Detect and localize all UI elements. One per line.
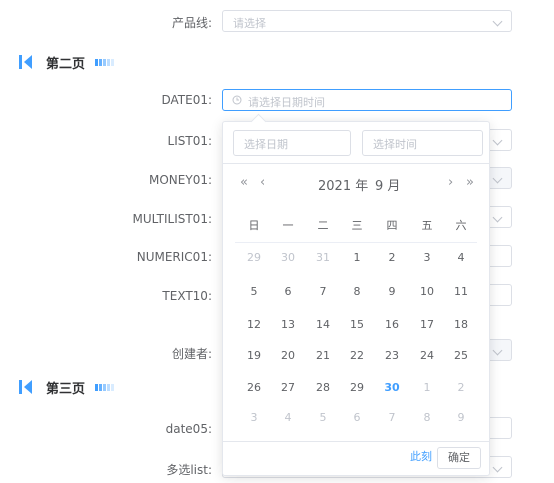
section-decoration — [95, 58, 115, 66]
date01-placeholder: 请选择日期时间 — [248, 96, 325, 109]
weekday-header: 五 — [421, 219, 433, 232]
chevron-down-icon — [492, 345, 503, 356]
calendar-day[interactable]: 6 — [339, 411, 375, 424]
calendar-day[interactable]: 13 — [270, 318, 306, 331]
product-line-placeholder: 请选择 — [233, 17, 266, 30]
label-text10: TEXT10: — [162, 289, 212, 303]
calendar-day[interactable]: 27 — [270, 381, 306, 394]
label-list01: LIST01: — [167, 134, 212, 148]
label-creator: 创建者: — [171, 347, 212, 361]
calendar-day[interactable]: 15 — [339, 318, 375, 331]
weekday-header: 日 — [248, 219, 260, 232]
calendar-day[interactable]: 16 — [374, 318, 410, 331]
weekday-header: 一 — [282, 219, 294, 232]
chevron-down-icon — [492, 212, 503, 223]
section-title: 第三页 — [46, 381, 86, 397]
weekday-header: 三 — [351, 219, 363, 232]
weekday-header: 四 — [386, 219, 398, 232]
chevron-down-icon — [492, 173, 503, 184]
calendar-day[interactable]: 6 — [270, 285, 306, 298]
calendar-day[interactable]: 25 — [443, 349, 479, 362]
calendar-day[interactable]: 2 — [443, 381, 479, 394]
calendar-day[interactable]: 30 — [374, 381, 410, 394]
calendar-day[interactable]: 23 — [374, 349, 410, 362]
calendar-day[interactable]: 7 — [374, 411, 410, 424]
label-multilist01: MULTILIST01: — [132, 212, 212, 226]
calendar-day[interactable]: 12 — [236, 318, 272, 331]
calendar-day[interactable]: 9 — [443, 411, 479, 424]
calendar-day[interactable]: 30 — [270, 251, 306, 264]
label-date01: DATE01: — [161, 93, 212, 107]
calendar-day[interactable]: 4 — [270, 411, 306, 424]
calendar-day[interactable]: 17 — [409, 318, 445, 331]
calendar-day[interactable]: 22 — [339, 349, 375, 362]
label-date05: date05: — [165, 422, 212, 436]
calendar-day[interactable]: 14 — [305, 318, 341, 331]
prev-month-icon[interactable]: ‹ — [260, 175, 265, 190]
label-numeric01: NUMERIC01: — [136, 250, 212, 264]
section-title: 第二页 — [46, 56, 86, 72]
calendar-day[interactable]: 31 — [305, 251, 341, 264]
section-logo-icon — [19, 380, 32, 394]
calendar-day[interactable]: 9 — [374, 285, 410, 298]
date01-input[interactable]: 请选择日期时间 — [222, 89, 512, 111]
weekday-header: 六 — [455, 219, 467, 232]
section-header-page3: 第三页 — [18, 377, 115, 397]
year-label[interactable]: 2021 年 — [318, 175, 368, 194]
calendar-day[interactable]: 5 — [236, 285, 272, 298]
label-product-line: 产品线: — [171, 16, 212, 30]
clock-icon — [232, 95, 242, 105]
section-header-page2: 第二页 — [18, 52, 115, 72]
calendar-day[interactable]: 8 — [409, 411, 445, 424]
calendar-day[interactable]: 29 — [236, 251, 272, 264]
calendar-day[interactable]: 24 — [409, 349, 445, 362]
calendar-day[interactable]: 19 — [236, 349, 272, 362]
popover-arrow — [250, 113, 267, 130]
product-line-select[interactable]: 请选择 — [222, 10, 512, 32]
chevron-down-icon — [492, 16, 503, 27]
calendar-day[interactable]: 1 — [409, 381, 445, 394]
calendar-day[interactable]: 11 — [443, 285, 479, 298]
calendar-day[interactable]: 29 — [339, 381, 375, 394]
calendar-day[interactable]: 7 — [305, 285, 341, 298]
calendar-day[interactable]: 21 — [305, 349, 341, 362]
now-button[interactable]: 此刻 — [410, 448, 432, 464]
picker-date-input[interactable]: 选择日期 — [233, 130, 351, 156]
section-decoration — [95, 383, 115, 391]
calendar-day[interactable]: 4 — [443, 251, 479, 264]
section-logo-icon — [19, 55, 32, 69]
calendar-day[interactable]: 20 — [270, 349, 306, 362]
calendar-day[interactable]: 28 — [305, 381, 341, 394]
weekday-header: 二 — [317, 219, 329, 232]
next-year-icon[interactable]: » — [466, 175, 474, 190]
calendar-day[interactable]: 26 — [236, 381, 272, 394]
confirm-button[interactable]: 确定 — [437, 447, 481, 469]
picker-time-input[interactable]: 选择时间 — [362, 130, 483, 156]
calendar-day[interactable]: 18 — [443, 318, 479, 331]
calendar-day[interactable]: 2 — [374, 251, 410, 264]
chevron-down-icon — [492, 135, 503, 146]
calendar-day[interactable]: 3 — [409, 251, 445, 264]
calendar-day[interactable]: 3 — [236, 411, 272, 424]
picker-footer-divider — [223, 441, 489, 442]
month-label[interactable]: 9 月 — [375, 175, 400, 194]
datetime-picker-popover: 选择日期 选择时间 « ‹ 2021 年 9 月 › » 日一二三四五六 29 3… — [222, 113, 490, 476]
weekday-divider — [235, 242, 477, 243]
calendar-day[interactable]: 5 — [305, 411, 341, 424]
label-multiselect-list: 多选list: — [166, 463, 212, 477]
divider — [223, 163, 489, 164]
calendar-day[interactable]: 10 — [409, 285, 445, 298]
prev-year-icon[interactable]: « — [240, 175, 248, 190]
calendar-day[interactable]: 8 — [339, 285, 375, 298]
chevron-down-icon — [492, 462, 503, 473]
next-month-icon[interactable]: › — [448, 175, 453, 190]
calendar-day[interactable]: 1 — [339, 251, 375, 264]
label-money01: MONEY01: — [149, 173, 212, 187]
